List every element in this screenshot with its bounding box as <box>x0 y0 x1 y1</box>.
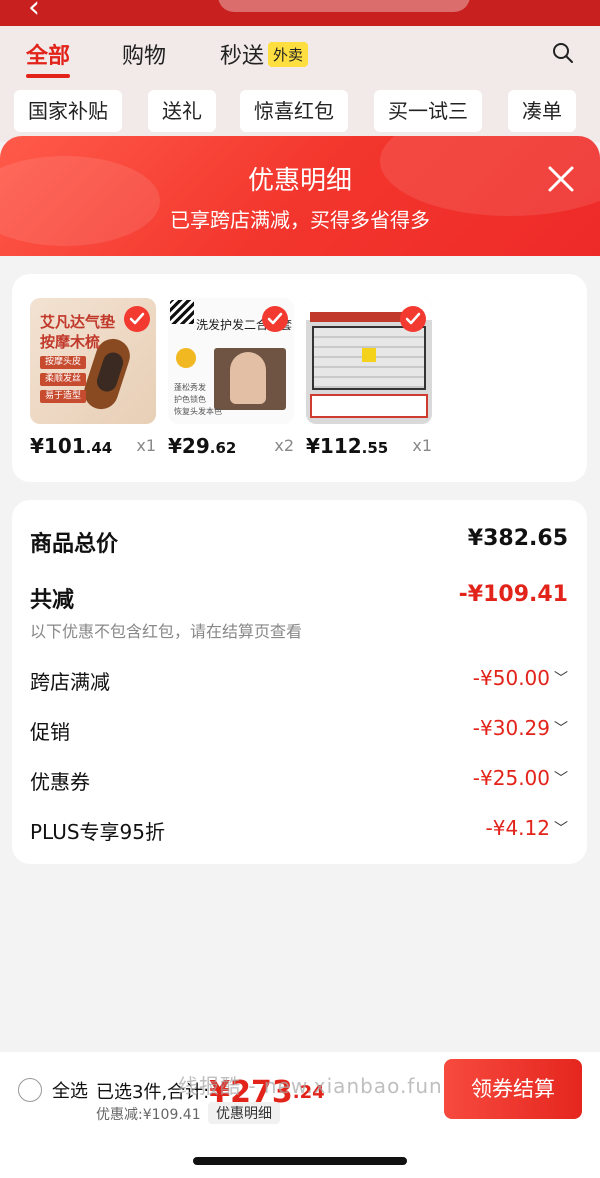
discount-value: -¥50.00 <box>472 666 550 690</box>
price-dec: .62 <box>209 439 237 457</box>
product-item[interactable]: 洗发护发二合一套 蓬松秀发 护色锁色 恢复头发本色 ¥29.62 x2 <box>168 298 294 458</box>
search-icon[interactable] <box>552 42 574 64</box>
product-item[interactable]: 艾凡达气垫 按摩木梳 按摩头皮 柔顺发丝 易于造型 ¥101.44 x1 <box>30 298 156 458</box>
chip-coudan[interactable]: 凑单 <box>508 90 576 132</box>
top-navbar: ‹ <box>0 0 600 26</box>
thumb-list: 蓬松秀发 护色锁色 恢复头发本色 <box>174 383 222 416</box>
thumb-red-band <box>310 312 410 322</box>
warning-icon <box>362 348 376 362</box>
sheet-title: 优惠明细 <box>247 166 352 196</box>
watermark: 线报酷 - new.xianbao.fun <box>178 1074 443 1098</box>
check-icon[interactable] <box>262 306 288 332</box>
product-thumbnail: 艾凡达气垫 按摩木梳 按摩头皮 柔顺发丝 易于造型 <box>30 298 156 424</box>
product-item[interactable]: ¥112.55 x1 <box>306 298 432 458</box>
total-reduce-label: 共减 <box>30 588 75 613</box>
thumb-tags: 按摩头皮 柔顺发丝 易于造型 <box>40 356 86 407</box>
chevron-down-icon: ﹀ <box>554 721 568 737</box>
thumb-title: 艾凡达气垫 按摩木梳 <box>40 313 116 351</box>
thumb-tag: 柔顺发丝 <box>40 373 86 386</box>
check-icon[interactable] <box>124 306 150 332</box>
price-summary-card: 商品总价 ¥382.65 共减 -¥109.41 以下优惠不包含红包，请在结算页… <box>12 500 587 864</box>
discount-label: 优惠券 <box>30 770 90 794</box>
price-int: ¥101 <box>30 434 86 458</box>
total-reduce-value: -¥109.41 <box>458 582 568 607</box>
total-price-label: 商品总价 <box>30 532 119 557</box>
tab-all[interactable]: 全部 <box>26 38 70 70</box>
product-thumbnail <box>306 298 432 424</box>
chip-guojia-butie[interactable]: 国家补贴 <box>14 90 122 132</box>
tab-underline <box>26 74 70 78</box>
price-int: ¥112 <box>306 434 362 458</box>
thumb-tag: 易于造型 <box>40 390 86 403</box>
sheet-subtitle: 已享跨店满减，买得多省得多 <box>170 208 430 232</box>
discount-label: 促销 <box>30 720 70 744</box>
checkout-button[interactable]: 领券结算 <box>444 1059 582 1119</box>
reduce-note: 以下优惠不包含红包，请在结算页查看 <box>30 622 303 641</box>
waimai-badge: 外卖 <box>268 42 309 67</box>
tab-shopping[interactable]: 购物 <box>122 38 166 70</box>
chevron-down-icon: ﹀ <box>554 671 568 687</box>
price-int: ¥29 <box>168 434 210 458</box>
model-shape <box>230 352 266 404</box>
discount-detail-sheet: 优惠明细 已享跨店满减，买得多省得多 艾凡达气垫 按摩木梳 按摩头皮 柔顺发丝 … <box>0 136 600 1178</box>
discount-value: -¥25.00 <box>472 766 550 790</box>
check-icon[interactable] <box>400 306 426 332</box>
sheet-header: 优惠明细 已享跨店满减，买得多省得多 <box>0 136 600 256</box>
total-price-value: ¥382.65 <box>467 526 568 551</box>
product-list-card: 艾凡达气垫 按摩木梳 按摩头皮 柔顺发丝 易于造型 ¥101.44 x1 洗发护… <box>12 274 587 482</box>
chevron-down-icon: ﹀ <box>554 771 568 787</box>
thumb-tag: 按摩头皮 <box>40 356 86 369</box>
price-dec: .55 <box>361 439 389 457</box>
product-price: ¥101.44 <box>30 434 112 458</box>
checkout-bar: 全选 已选3件,合计:¥273.24 优惠减:¥109.41 优惠明细 线报酷 … <box>0 1052 600 1178</box>
back-icon[interactable]: ‹ <box>28 0 40 25</box>
chip-songli[interactable]: 送礼 <box>148 90 216 132</box>
stripe-decoration <box>170 300 194 324</box>
close-icon[interactable] <box>544 162 578 196</box>
chip-mai-yi-shi-san[interactable]: 买一试三 <box>374 90 482 132</box>
chevron-down-icon: ﹀ <box>554 821 568 837</box>
product-price: ¥112.55 <box>306 434 388 458</box>
chip-jingxi-hongbao[interactable]: 惊喜红包 <box>240 90 348 132</box>
product-qty: x2 <box>274 436 294 455</box>
select-all-label[interactable]: 全选 <box>52 1077 88 1103</box>
tab-delivery[interactable]: 秒送 外卖 <box>220 38 309 70</box>
tab-delivery-label: 秒送 <box>220 44 265 69</box>
price-dec: .44 <box>85 439 113 457</box>
product-qty: x1 <box>412 436 432 455</box>
product-thumbnail: 洗发护发二合一套 蓬松秀发 护色锁色 恢复头发本色 <box>168 298 294 424</box>
discount-amount: 优惠减:¥109.41 <box>96 1107 201 1123</box>
discount-label: PLUS专享95折 <box>30 820 165 844</box>
thumb-footer-band <box>310 394 428 418</box>
product-qty: x1 <box>136 436 156 455</box>
discount-detail-button[interactable]: 优惠明细 <box>208 1102 280 1124</box>
home-indicator <box>193 1157 407 1165</box>
filter-chips: 国家补贴 送礼 惊喜红包 买一试三 凑单 <box>0 82 600 142</box>
sunflower-shape <box>176 348 196 368</box>
search-pill[interactable] <box>218 0 470 12</box>
discount-value: -¥4.12 <box>485 816 550 840</box>
category-tabs: 全部 购物 秒送 外卖 <box>0 26 600 82</box>
discount-label: 跨店满减 <box>30 670 110 694</box>
product-price: ¥29.62 <box>168 434 236 458</box>
select-all-radio[interactable] <box>18 1078 42 1102</box>
discount-value: -¥30.29 <box>472 716 550 740</box>
